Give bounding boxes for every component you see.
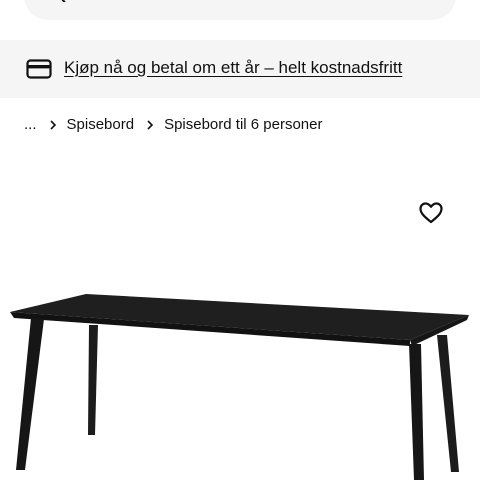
- product-image[interactable]: [0, 160, 480, 480]
- breadcrumb-item-dining-tables[interactable]: Spisebord: [67, 116, 135, 133]
- breadcrumb: ... Spisebord Spisebord til 6 personer: [24, 114, 323, 134]
- chevron-right-icon: [49, 118, 57, 130]
- table-leg-back-left: [88, 325, 98, 435]
- table-leg-back-right: [437, 335, 459, 472]
- breadcrumb-item-current[interactable]: Spisebord til 6 personer: [164, 116, 322, 133]
- camera-icon[interactable]: [410, 0, 434, 2]
- table-leg-front-left: [16, 318, 44, 470]
- search-icon[interactable]: [60, 0, 78, 2]
- credit-card-icon: [26, 57, 52, 81]
- promo-banner: Kjøp nå og betal om ett år – helt kostna…: [0, 40, 480, 98]
- chevron-right-icon: [146, 118, 154, 130]
- table-leg-front-right: [409, 344, 424, 480]
- promo-link[interactable]: Kjøp nå og betal om ett år – helt kostna…: [64, 57, 402, 79]
- search-bar[interactable]: [24, 0, 456, 20]
- breadcrumb-ellipsis[interactable]: ...: [24, 116, 37, 133]
